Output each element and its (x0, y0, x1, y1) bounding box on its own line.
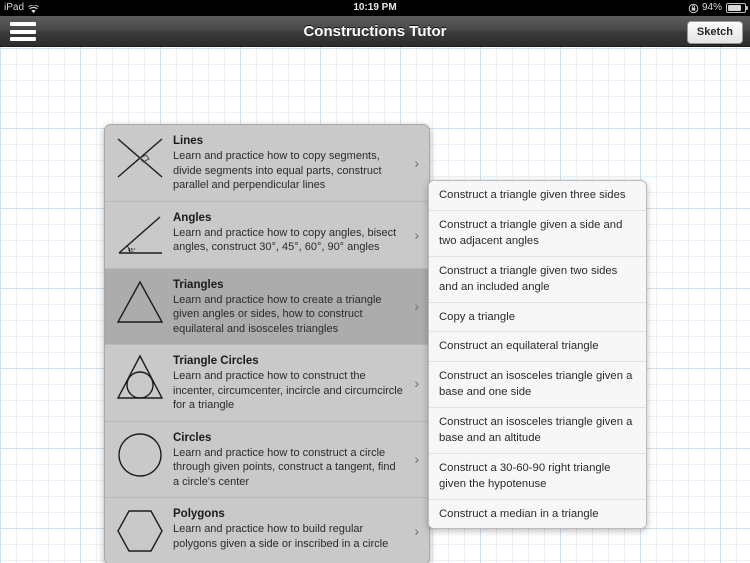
submenu-item[interactable]: Construct a 30-60-90 right triangle give… (429, 453, 646, 500)
rotation-lock-icon (688, 3, 699, 14)
menu-item-description: Learn and practice how to create a trian… (173, 293, 382, 335)
menu-item-title: Angles (173, 211, 212, 224)
chevron-right-icon: › (414, 523, 419, 539)
menu-item-text-group: Triangle Circles Learn and practice how … (173, 353, 403, 413)
page-title: Constructions Tutor (303, 23, 447, 40)
menu-item-lines[interactable]: Lines Learn and practice how to copy seg… (105, 125, 429, 202)
menu-item-circles[interactable]: Circles Learn and practice how to constr… (105, 421, 429, 498)
status-right-group: 94% (688, 0, 748, 16)
angle-45-icon: 45° (113, 210, 167, 260)
battery-percent-label: 94% (701, 2, 722, 13)
sketch-button[interactable]: Sketch (686, 21, 743, 44)
menu-item-title: Lines (173, 135, 204, 147)
crossed-lines-icon (113, 133, 167, 183)
submenu-item[interactable]: Construct an isosceles triangle given a … (429, 361, 646, 408)
triangle-incircle-icon (113, 353, 167, 403)
menu-item-title: Triangle Circles (173, 355, 259, 367)
menu-item-text-group: Triangles Learn and practice how to crea… (173, 277, 403, 337)
menu-item-description: Learn and practice how to build regular … (173, 523, 389, 550)
menu-item-text-group: Lines Learn and practice how to copy seg… (173, 133, 403, 193)
submenu-item[interactable]: Construct a triangle given three sides (429, 181, 646, 211)
menu-item-triangles[interactable]: Triangles Learn and practice how to crea… (105, 268, 429, 345)
submenu-item[interactable]: Copy a triangle (429, 302, 646, 332)
menu-item-angles[interactable]: 45° Angles Learn and practice how to cop… (105, 201, 429, 269)
category-menu-panel: Lines Learn and practice how to copy seg… (104, 124, 430, 563)
hexagon-icon (113, 506, 167, 556)
chevron-right-icon: › (414, 374, 419, 391)
submenu-item[interactable]: Construct a median in a triangle (429, 499, 646, 528)
triangle-constructions-submenu: Construct a triangle given three sides C… (428, 180, 647, 529)
menu-item-title: Triangles (173, 278, 224, 291)
chevron-right-icon: › (414, 226, 419, 243)
menu-item-description: Learn and practice how to copy angles, b… (173, 226, 397, 254)
menu-item-polygons[interactable]: Polygons Learn and practice how to build… (105, 498, 429, 563)
submenu-item[interactable]: Construct an equilateral triangle (429, 332, 646, 362)
navigation-bar: Constructions Tutor Sketch (0, 16, 750, 47)
menu-item-triangle-circles[interactable]: Triangle Circles Learn and practice how … (105, 345, 429, 422)
status-clock: 10:19 PM (353, 2, 397, 13)
app-root: iPad 10:19 PM 94% Constructions Tutor Sk… (0, 0, 750, 563)
menu-item-title: Polygons (173, 508, 225, 520)
battery-icon (726, 3, 748, 13)
svg-text:45°: 45° (128, 248, 136, 254)
triangle-icon (113, 277, 167, 327)
ios-status-bar: iPad 10:19 PM 94% (0, 0, 750, 16)
submenu-item[interactable]: Construct an isosceles triangle given a … (429, 407, 646, 454)
menu-item-text-group: Angles Learn and practice how to copy an… (173, 210, 403, 255)
chevron-right-icon: › (414, 451, 419, 468)
chevron-right-icon: › (414, 298, 419, 315)
submenu-item[interactable]: Construct a triangle given a side and tw… (429, 210, 646, 257)
circle-icon (113, 430, 167, 480)
menu-item-title: Circles (173, 431, 212, 444)
menu-item-text-group: Polygons Learn and practice how to build… (173, 506, 403, 551)
menu-item-text-group: Circles Learn and practice how to constr… (173, 430, 403, 490)
menu-item-description: Learn and practice how to copy segments,… (173, 150, 382, 191)
chevron-right-icon: › (414, 154, 419, 171)
menu-item-description: Learn and practice how to construct the … (173, 370, 403, 411)
submenu-item[interactable]: Construct a triangle given two sides and… (429, 256, 646, 303)
menu-item-description: Learn and practice how to construct a ci… (173, 446, 396, 488)
